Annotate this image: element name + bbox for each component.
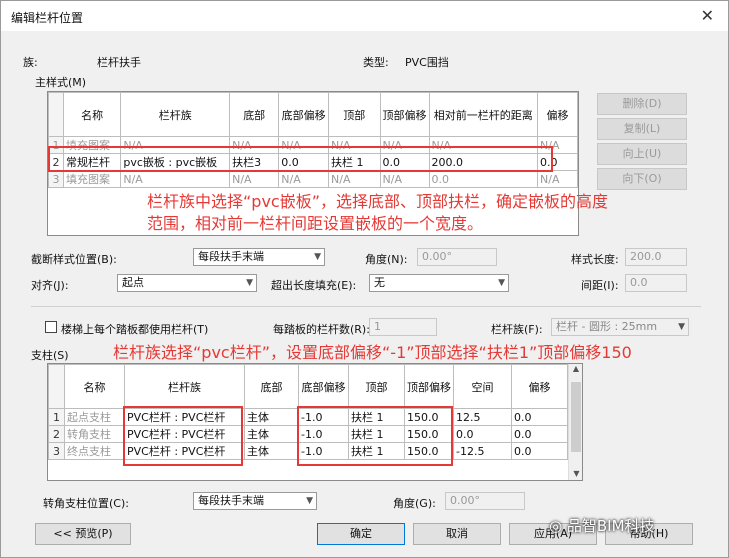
pattern-length-label: 样式长度: [571,253,619,266]
angle-field[interactable]: 0.00° [417,248,497,266]
edit-baluster-placement-dialog: 编辑栏杆位置 ✕ 族: 栏杆扶手 类型: PVC围挡 主样式(M) 名称 栏杆族… [0,0,729,558]
chevron-up-icon[interactable]: ▲ [569,364,582,373]
move-up-button[interactable]: 向上(U) [597,143,687,165]
corner-post-label: 转角支柱位置(C): [43,497,129,510]
move-down-button[interactable]: 向下(O) [597,168,687,190]
ok-button[interactable]: 确定 [317,523,405,545]
main-pattern-table: 名称 栏杆族 底部 底部偏移 顶部 顶部偏移 相对前一栏杆的距离 偏移 1 填充… [48,92,578,188]
excess-fill-select[interactable]: 无 ▼ [369,274,509,292]
copy-button[interactable]: 复制(L) [597,118,687,140]
family-label: 族: [23,56,38,69]
angle-label: 角度(N): [365,253,408,266]
main-pattern-label: 主样式(M) [35,76,87,89]
spacing-label: 间距(I): [581,279,619,292]
chevron-down-icon: ▼ [678,322,685,332]
col-header: 相对前一栏杆的距离 [428,92,539,137]
wechat-icon: ◎ [549,517,563,535]
baluster-family-label: 栏杆族(F): [491,323,543,336]
divider [31,306,701,307]
col-header: 空间 [453,364,512,409]
excess-fill-label: 超出长度填充(E): [271,279,357,292]
chevron-down-icon[interactable]: ▼ [569,469,582,478]
family-value: 栏杆扶手 [97,56,141,69]
watermark: ◎ 品智BIM科技 [549,517,655,535]
corner-post-select[interactable]: 每段扶手末端 ▼ [193,492,317,510]
col-header: 底部 [229,92,280,137]
baluster-family-select[interactable]: 栏杆 - 圆形 : 25mm ▼ [551,318,689,336]
angle-label: 角度(G): [393,497,436,510]
pattern-length-field[interactable]: 200.0 [625,248,687,266]
justify-label: 对齐(J): [31,279,69,292]
dialog-title: 编辑栏杆位置 [11,11,84,25]
col-header: 偏移 [511,364,568,409]
highlight-box [297,406,453,466]
table-row[interactable]: 3 填充图案 N/A N/A N/A N/A N/A 0.0 N/A [48,170,578,188]
chevron-down-icon: ▼ [306,496,313,506]
preview-button[interactable]: << 预览(P) [35,523,131,545]
col-header: 栏杆族 [120,92,231,137]
col-header: 顶部偏移 [379,92,430,137]
per-tread-count-field[interactable]: 1 [369,318,437,336]
per-tread-count-label: 每踏板的栏杆数(R): [273,323,370,336]
cancel-button[interactable]: 取消 [413,523,501,545]
title-bar: 编辑栏杆位置 ✕ [1,1,728,31]
chevron-down-icon: ▼ [314,252,321,262]
highlight-box [48,146,553,172]
col-header: 偏移 [537,92,578,137]
col-header: 顶部 [348,364,405,409]
col-header: 底部 [244,364,299,409]
close-icon[interactable]: ✕ [701,6,714,25]
posts-label: 支柱(S) [31,349,69,362]
angle-field[interactable]: 0.00° [445,492,525,510]
annotation-text: 栏杆族选择“pvc栏杆”，设置底部偏移“-1”顶部选择“扶栏1”顶部偏移150 [113,343,632,362]
posts-scrollbar[interactable]: ▲ ▼ [568,364,582,480]
col-header: 名称 [63,92,122,137]
col-header: 栏杆族 [124,364,245,409]
col-header: 顶部偏移 [404,364,454,409]
type-label: 类型: [363,56,389,69]
break-position-label: 截断样式位置(B): [31,253,117,266]
highlight-box [123,406,243,466]
col-header: 底部偏移 [278,92,330,137]
justify-select[interactable]: 起点 ▼ [117,274,257,292]
delete-button[interactable]: 删除(D) [597,93,687,115]
col-header: 底部偏移 [298,364,349,409]
break-position-select[interactable]: 每段扶手末端 ▼ [193,248,325,266]
scrollbar-thumb[interactable] [571,382,581,452]
per-tread-label: 楼梯上每个踏板都使用栏杆(T) [61,323,209,336]
per-tread-checkbox[interactable] [45,321,57,333]
col-header: 顶部 [328,92,381,137]
col-header: 名称 [64,364,125,409]
spacing-field[interactable]: 0.0 [625,274,687,292]
type-value: PVC围挡 [405,56,449,69]
chevron-down-icon: ▼ [246,278,253,288]
annotation-text: 栏杆族中选择“pvc嵌板”，选择底部、顶部扶栏，确定嵌板的高度范围，相对前一栏杆… [147,192,609,233]
chevron-down-icon: ▼ [498,278,505,288]
